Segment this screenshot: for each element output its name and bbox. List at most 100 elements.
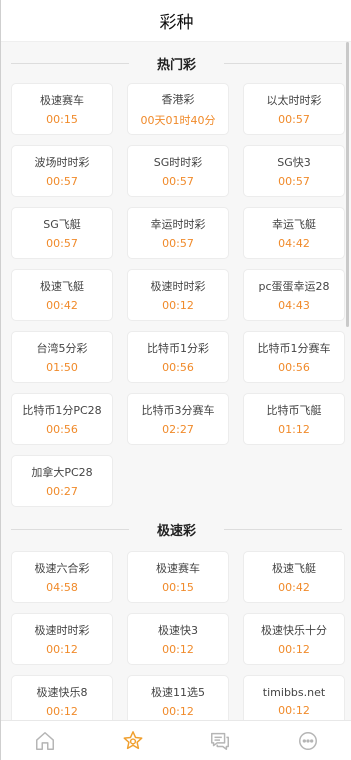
lottery-card[interactable]: 比特币1分赛车 00:56 (243, 331, 345, 383)
countdown-time: 00:12 (162, 643, 194, 656)
lottery-name: 极速11选5 (151, 686, 205, 699)
countdown-time: 00:12 (46, 643, 78, 656)
lottery-name: 极速快乐十分 (261, 624, 327, 637)
lottery-name: 波场时时彩 (34, 156, 90, 169)
lottery-card[interactable]: 比特币1分PC28 00:56 (11, 393, 113, 445)
lottery-card[interactable]: 极速快3 00:12 (127, 613, 229, 665)
lottery-name: 比特币1分赛车 (257, 342, 331, 355)
lottery-name: pc蛋蛋幸运28 (258, 280, 330, 293)
lottery-name: 加拿大PC28 (31, 466, 93, 479)
lottery-name: 极速飞艇 (272, 562, 316, 575)
lottery-name: 极速赛车 (40, 94, 84, 107)
countdown-time: 00:57 (278, 175, 310, 188)
lottery-name: 比特币3分赛车 (141, 404, 215, 417)
countdown-time: 00:12 (46, 705, 78, 718)
lottery-card[interactable]: 加拿大PC28 00:27 (11, 455, 113, 507)
lottery-name: SG快3 (277, 156, 311, 169)
lottery-card[interactable]: SG飞艇 00:57 (11, 207, 113, 259)
lottery-card[interactable]: 比特币3分赛车 02:27 (127, 393, 229, 445)
tab-messages[interactable] (190, 721, 250, 760)
countdown-time: 00:15 (162, 581, 194, 594)
lottery-card[interactable]: 比特币1分彩 00:56 (127, 331, 229, 383)
countdown-time: 01:12 (278, 423, 310, 436)
countdown-time: 00:12 (162, 299, 194, 312)
lottery-card[interactable]: 极速飞艇 00:42 (243, 551, 345, 603)
countdown-time: 00:12 (278, 703, 310, 717)
lottery-name: 以太时时彩 (266, 94, 322, 107)
lottery-card[interactable]: 极速飞艇 00:42 (11, 269, 113, 321)
lottery-name: SG时时彩 (153, 156, 203, 169)
countdown-time: 04:43 (278, 299, 310, 312)
app-page: 彩种 热门彩 极速赛车 00:15 香港彩 00天01时40分 以太时时彩 00:57 波场… (0, 0, 351, 760)
countdown-time: 00:56 (162, 361, 194, 374)
tab-lottery[interactable] (103, 721, 163, 760)
lottery-card[interactable]: 波场时时彩 00:57 (11, 145, 113, 197)
section-header-fast: 极速彩 (1, 519, 351, 539)
tab-more[interactable] (278, 721, 338, 760)
lottery-card[interactable]: 极速六合彩 04:58 (11, 551, 113, 603)
tab-home[interactable] (15, 721, 75, 760)
countdown-time: 00:57 (162, 175, 194, 188)
countdown-time: 02:27 (162, 423, 194, 436)
countdown-time: 00天01时40分 (140, 113, 216, 127)
lottery-card[interactable]: SG快3 00:57 (243, 145, 345, 197)
lottery-name: 极速六合彩 (34, 562, 90, 575)
lottery-name: timibbs.net (262, 685, 326, 699)
top-bar: 彩种 (1, 0, 351, 42)
lottery-card[interactable]: 极速快乐8 00:12 (11, 675, 113, 720)
divider (224, 63, 342, 64)
hot-lottery-grid: 极速赛车 00:15 香港彩 00天01时40分 以太时时彩 00:57 波场时时彩 00:5… (11, 83, 345, 507)
lottery-list[interactable]: 热门彩 极速赛车 00:15 香港彩 00天01时40分 以太时时彩 00:57 波场时时彩… (1, 42, 351, 720)
divider (11, 63, 129, 64)
lottery-card[interactable]: 极速赛车 00:15 (11, 83, 113, 135)
lottery-card[interactable]: 香港彩 00天01时40分 (127, 83, 229, 135)
countdown-time: 00:57 (162, 237, 194, 250)
lottery-card[interactable]: 台湾5分彩 01:50 (11, 331, 113, 383)
countdown-time: 00:12 (162, 705, 194, 718)
fast-lottery-grid: 极速六合彩 04:58 极速赛车 00:15 极速飞艇 00:42 极速时时彩 00:12 极速… (11, 551, 345, 720)
lottery-card[interactable]: 幸运时时彩 00:57 (127, 207, 229, 259)
page-title: 彩种 (159, 13, 194, 33)
lottery-name: 极速时时彩 (34, 624, 90, 637)
lottery-icon (123, 730, 143, 749)
lottery-card[interactable]: 极速时时彩 00:12 (127, 269, 229, 321)
lottery-name: 幸运时时彩 (150, 218, 206, 231)
countdown-time: 00:42 (278, 581, 310, 594)
countdown-time: 00:57 (278, 113, 310, 126)
more-icon (299, 731, 318, 750)
bottom-tab-bar (1, 720, 351, 760)
lottery-name: SG飞艇 (43, 218, 81, 231)
lottery-name: 香港彩 (161, 92, 195, 106)
divider (11, 529, 129, 530)
lottery-name: 极速时时彩 (150, 280, 206, 293)
countdown-time: 00:57 (46, 237, 78, 250)
lottery-card[interactable]: pc蛋蛋幸运28 04:43 (243, 269, 345, 321)
section-title: 极速彩 (156, 523, 196, 539)
countdown-time: 00:15 (46, 113, 78, 126)
lottery-card[interactable]: 幸运飞艇 04:42 (243, 207, 345, 259)
lottery-card[interactable]: 极速11选5 00:12 (127, 675, 229, 720)
lottery-card[interactable]: 极速赛车 00:15 (127, 551, 229, 603)
section-header-hot: 热门彩 (1, 53, 351, 73)
lottery-name: 比特币飞艇 (266, 404, 322, 417)
lottery-card[interactable]: 以太时时彩 00:57 (243, 83, 345, 135)
lottery-name: 幸运飞艇 (272, 218, 316, 231)
lottery-card[interactable]: 比特币飞艇 01:12 (243, 393, 345, 445)
home-icon (35, 731, 54, 750)
scrollbar[interactable] (346, 42, 349, 327)
lottery-name: 极速快3 (158, 624, 198, 637)
section-title: 热门彩 (156, 57, 196, 73)
countdown-time: 00:42 (46, 299, 78, 312)
lottery-name: 比特币1分PC28 (22, 404, 102, 417)
lottery-card[interactable]: SG时时彩 00:57 (127, 145, 229, 197)
countdown-time: 00:56 (46, 423, 78, 436)
lottery-name: 比特币1分彩 (147, 342, 209, 355)
countdown-time: 00:57 (46, 175, 78, 188)
lottery-card[interactable]: 极速快乐十分 00:12 (243, 613, 345, 665)
countdown-time: 04:42 (278, 237, 310, 250)
countdown-time: 01:50 (46, 361, 78, 374)
lottery-card[interactable]: 极速时时彩 00:12 (11, 613, 113, 665)
divider (224, 529, 342, 530)
lottery-card[interactable]: timibbs.net 00:12 (243, 675, 345, 720)
countdown-time: 00:56 (278, 361, 310, 374)
